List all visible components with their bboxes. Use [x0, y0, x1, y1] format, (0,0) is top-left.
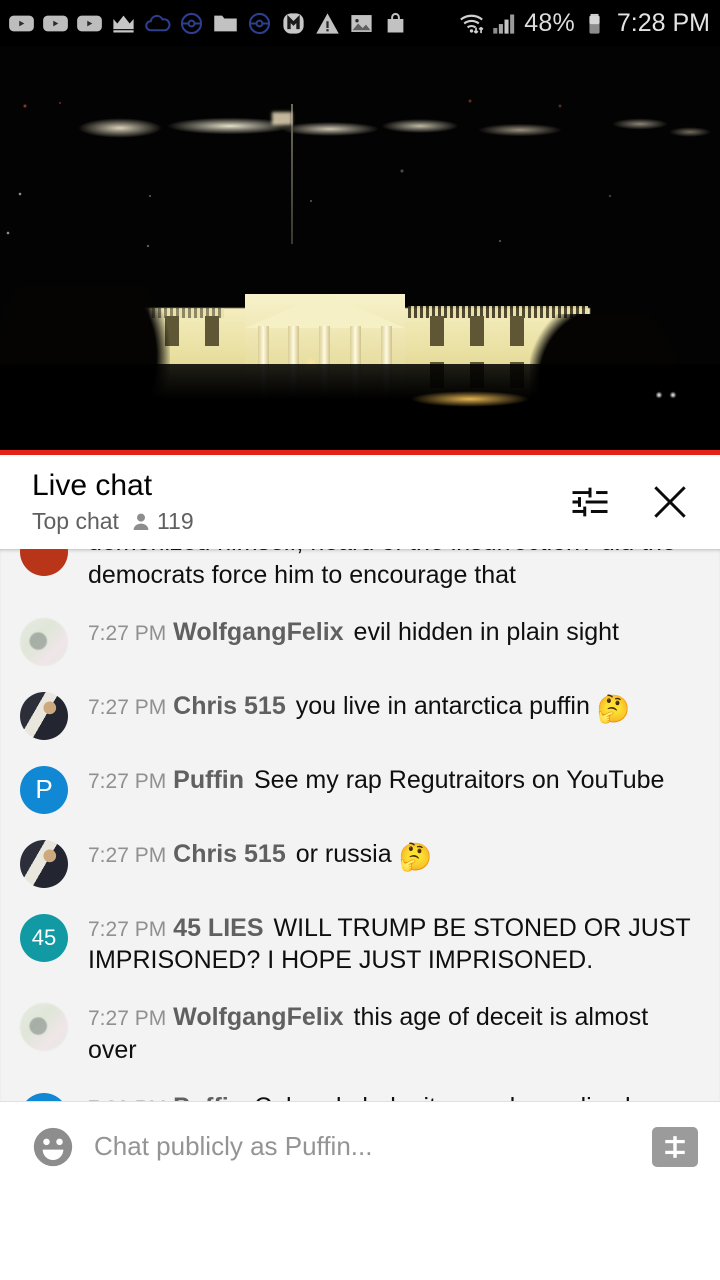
message-author[interactable]: Chris 515	[173, 692, 286, 720]
message-text: demonized himself, heard of the insurrec…	[88, 549, 676, 589]
status-bar-system-icons: 48% 7:28 PM	[458, 9, 710, 38]
white-house-pediment	[245, 294, 405, 328]
folder-icon	[214, 15, 237, 31]
avatar[interactable]: P	[20, 765, 68, 814]
wifi-icon	[460, 14, 484, 34]
message-timestamp: 7:27 PM	[88, 917, 167, 941]
message-author[interactable]: WolfgangFelix	[173, 618, 343, 646]
message-text: you live in antarctica puffin	[295, 691, 590, 720]
close-icon[interactable]	[648, 480, 692, 524]
live-chat-message-list[interactable]: demonized himself, heard of the insurrec…	[0, 549, 720, 1191]
avatar[interactable]	[20, 839, 68, 888]
m-badge-icon	[283, 12, 304, 34]
message-author[interactable]: Chris 515	[173, 840, 286, 868]
message-author[interactable]: 45 LIES	[173, 914, 263, 942]
status-bar-clock: 7:28 PM	[616, 8, 710, 37]
battery-icon	[589, 13, 600, 34]
photo-icon	[351, 14, 372, 32]
pokeball-icon-2	[248, 12, 271, 34]
foreground-lawn	[0, 364, 720, 452]
chat-message-body: 7:27 PM WolfgangFelix this age of deceit …	[88, 999, 692, 1067]
message-text: evil hidden in plain sight	[353, 617, 620, 646]
pokeball-icon-1	[180, 12, 203, 34]
flagpole	[291, 104, 293, 244]
status-bar-notification-icons	[8, 10, 458, 37]
window	[510, 316, 524, 346]
message-timestamp: 7:27 PM	[88, 621, 167, 645]
youtube-live-chat-screen: 48% 7:28 PM Live chat Top chat 119 democ…	[0, 0, 720, 1280]
message-author[interactable]: WolfgangFelix	[173, 1003, 343, 1031]
avatar[interactable]	[20, 691, 68, 740]
status-bar: 48% 7:28 PM	[0, 0, 720, 46]
viewer-count: 119	[156, 508, 194, 535]
thinking-face-emoji-icon: 🤔	[398, 841, 433, 872]
chat-message-body: 7:27 PM Puffin See my rap Regutraitors on…	[88, 762, 664, 814]
youtube-icon-3	[77, 15, 102, 31]
lawn-light-glow	[410, 391, 530, 407]
car-headlights	[654, 389, 680, 401]
chat-composer	[0, 1101, 720, 1191]
chat-message[interactable]: P 7:27 PM Puffin See my rap Regutraitors o…	[0, 751, 720, 825]
warning-icon	[316, 12, 339, 34]
youtube-icon-2	[43, 15, 68, 31]
super-chat-dollar-icon[interactable]	[652, 1126, 698, 1167]
chat-message[interactable]: 7:27 PM WolfgangFelix this age of deceit …	[0, 988, 720, 1078]
window	[205, 316, 219, 346]
viewer-count-group: 119	[129, 508, 194, 535]
emoji-smiley-icon[interactable]	[26, 1120, 80, 1174]
message-text: or russia	[295, 839, 392, 868]
avatar[interactable]: 45	[20, 913, 68, 962]
chat-filter-icon[interactable]	[568, 480, 612, 524]
chat-message-body: demonized himself, heard of the insurrec…	[88, 549, 692, 592]
message-text: See my rap Regutraitors on YouTube	[254, 765, 665, 794]
avatar[interactable]	[20, 617, 68, 666]
live-chat-header-actions	[568, 480, 692, 524]
thinking-face-emoji-icon: 🤔	[596, 693, 631, 724]
crown-icon	[113, 15, 134, 32]
avatar[interactable]	[20, 1003, 68, 1051]
shopping-bag-icon	[387, 12, 404, 32]
live-chat-title-block: Live chat Top chat 119	[32, 469, 568, 536]
youtube-icon-1	[9, 15, 34, 31]
chat-message[interactable]: demonized himself, heard of the insurrec…	[0, 549, 720, 603]
live-chat-header: Live chat Top chat 119	[0, 455, 720, 549]
chat-message[interactable]: 7:27 PM WolfgangFelix evil hidden in plai…	[0, 603, 720, 677]
window	[470, 316, 484, 346]
chat-message-body: 7:27 PM 45 LIES WILL TRUMP BE STONED OR J…	[88, 910, 692, 978]
chat-message[interactable]: 7:27 PM Chris 515 you live in antarctica …	[0, 677, 720, 751]
message-timestamp: 7:27 PM	[88, 1007, 167, 1030]
live-chat-subtitle: Top chat 119	[32, 508, 568, 535]
chat-input[interactable]	[94, 1131, 652, 1162]
chat-message-body: 7:27 PM Chris 515 you live in antarctica …	[88, 688, 630, 740]
chat-message-body: 7:27 PM WolfgangFelix evil hidden in plai…	[88, 614, 619, 666]
message-author[interactable]: Puffin	[173, 766, 244, 794]
messages-container: demonized himself, heard of the insurrec…	[0, 549, 720, 1152]
message-timestamp: 7:27 PM	[88, 843, 167, 867]
chat-message-body: 7:27 PM Chris 515 or russia 🤔	[88, 836, 432, 888]
avatar[interactable]	[20, 549, 68, 576]
chat-mode-label[interactable]: Top chat	[32, 508, 119, 535]
battery-percent-label: 48%	[524, 8, 575, 37]
cloud-icon	[145, 14, 171, 31]
signal-icon	[493, 14, 515, 34]
video-player[interactable]	[0, 46, 720, 455]
message-timestamp: 7:27 PM	[88, 769, 167, 793]
page-title: Live chat	[32, 468, 153, 502]
flag	[272, 112, 292, 125]
window	[430, 316, 444, 346]
chat-message[interactable]: 45 7:27 PM 45 LIES WILL TRUMP BE STONED OR…	[0, 899, 720, 989]
person-icon	[133, 513, 149, 530]
chat-message[interactable]: 7:27 PM Chris 515 or russia 🤔	[0, 825, 720, 899]
message-timestamp: 7:27 PM	[88, 695, 167, 719]
